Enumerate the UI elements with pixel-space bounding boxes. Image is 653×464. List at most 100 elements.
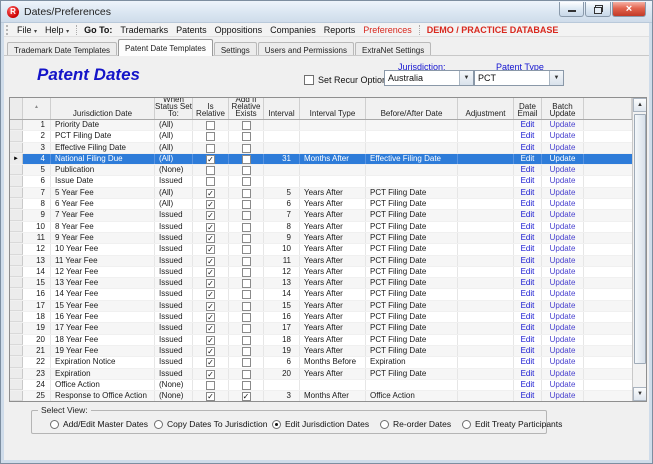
before-after-date-cell[interactable]: PCT Filing Date	[366, 199, 458, 209]
add-if-relative-exists[interactable]	[229, 335, 264, 345]
table-row[interactable]: 2PCT Filing Date(All)EditUpdate	[10, 131, 646, 142]
is-relative-checkbox[interactable]: ✓	[206, 279, 215, 288]
is-relative-checkbox[interactable]	[206, 132, 215, 141]
adjustment-cell[interactable]	[458, 199, 514, 209]
update-link[interactable]: Update	[550, 346, 576, 355]
row-selector[interactable]	[10, 346, 23, 356]
is-relative[interactable]: ✓	[193, 256, 229, 266]
update-link[interactable]: Update	[550, 120, 576, 129]
edit-link[interactable]: Edit	[521, 244, 535, 253]
row-selector[interactable]	[10, 256, 23, 266]
interval-cell[interactable]: 15	[264, 301, 300, 311]
table-row[interactable]: 25Response to Office Action(None)✓✓3Mont…	[10, 391, 646, 401]
jurisdiction-date-cell[interactable]: Issue Date	[51, 176, 155, 186]
table-row[interactable]: ►4National Filing Due(All)✓31Months Afte…	[10, 154, 646, 165]
before-after-date-cell[interactable]: PCT Filing Date	[366, 335, 458, 345]
jurisdiction-date-cell[interactable]: 14 Year Fee	[51, 289, 155, 299]
add-if-relative-exists-checkbox[interactable]	[242, 234, 251, 243]
status-set-to-cell[interactable]: Issued	[155, 323, 193, 333]
before-after-date-cell[interactable]: PCT Filing Date	[366, 278, 458, 288]
is-relative[interactable]: ✓	[193, 391, 229, 401]
is-relative-checkbox[interactable]: ✓	[206, 155, 215, 164]
row-selector[interactable]	[10, 380, 23, 390]
interval-cell[interactable]: 20	[264, 369, 300, 379]
update-link[interactable]: Update	[550, 256, 576, 265]
is-relative[interactable]: ✓	[193, 188, 229, 198]
is-relative-checkbox[interactable]: ✓	[206, 358, 215, 367]
before-after-date-cell[interactable]	[366, 165, 458, 175]
update-link[interactable]: Update	[550, 278, 576, 287]
add-if-relative-exists[interactable]	[229, 165, 264, 175]
interval-type-cell[interactable]	[300, 143, 366, 153]
jurisdiction-date-cell[interactable]: 19 Year Fee	[51, 346, 155, 356]
edit-link[interactable]: Edit	[521, 289, 535, 298]
add-if-relative-exists-checkbox[interactable]	[242, 166, 251, 175]
add-if-relative-exists-checkbox[interactable]	[242, 290, 251, 299]
select-view-option-re-order-dates[interactable]: Re-order Dates	[380, 419, 451, 429]
interval-type-cell[interactable]: Years After	[300, 301, 366, 311]
add-if-relative-exists[interactable]	[229, 267, 264, 277]
status-set-to-cell[interactable]: (All)	[155, 131, 193, 141]
adjustment-cell[interactable]	[458, 357, 514, 367]
table-row[interactable]: 3Effective Filing Date(All)EditUpdate	[10, 143, 646, 154]
add-if-relative-exists[interactable]	[229, 143, 264, 153]
interval-cell[interactable]: 16	[264, 312, 300, 322]
menu-file[interactable]: File ▾	[13, 25, 41, 35]
is-relative-checkbox[interactable]: ✓	[206, 211, 215, 220]
scrollbar-thumb[interactable]	[634, 114, 646, 364]
edit-link[interactable]: Edit	[521, 188, 535, 197]
vertical-scrollbar[interactable]: ▲ ▼	[632, 98, 646, 401]
adjustment-cell[interactable]	[458, 188, 514, 198]
adjustment-cell[interactable]	[458, 391, 514, 401]
radio-icon[interactable]	[50, 420, 59, 429]
row-selector[interactable]	[10, 335, 23, 345]
is-relative-checkbox[interactable]: ✓	[206, 302, 215, 311]
status-set-to-cell[interactable]: Issued	[155, 346, 193, 356]
interval-type-cell[interactable]: Years After	[300, 256, 366, 266]
adjustment-cell[interactable]	[458, 222, 514, 232]
interval-cell[interactable]: 5	[264, 188, 300, 198]
jurisdiction-date-cell[interactable]: 7 Year Fee	[51, 210, 155, 220]
edit-link[interactable]: Edit	[521, 165, 535, 174]
interval-cell[interactable]	[264, 176, 300, 186]
jurisdiction-date-cell[interactable]: 16 Year Fee	[51, 312, 155, 322]
update-link[interactable]: Update	[550, 210, 576, 219]
adjustment-cell[interactable]	[458, 335, 514, 345]
edit-link[interactable]: Edit	[521, 335, 535, 344]
before-after-date-cell[interactable]: PCT Filing Date	[366, 233, 458, 243]
select-view-option-edit-jurisdiction-dates[interactable]: Edit Jurisdiction Dates	[272, 419, 369, 429]
table-row[interactable]: 75 Year Fee(All)✓5Years AfterPCT Filing …	[10, 188, 646, 199]
row-selector[interactable]	[10, 188, 23, 198]
patent-type-dropdown[interactable]: PCT ▼	[474, 70, 564, 86]
is-relative-checkbox[interactable]: ✓	[206, 370, 215, 379]
add-if-relative-exists-checkbox[interactable]	[242, 177, 251, 186]
add-if-relative-exists-checkbox[interactable]	[242, 132, 251, 141]
interval-cell[interactable]: 31	[264, 154, 300, 164]
update-link[interactable]: Update	[550, 244, 576, 253]
before-after-date-cell[interactable]	[366, 380, 458, 390]
adjustment-cell[interactable]	[458, 301, 514, 311]
adjustment-cell[interactable]	[458, 210, 514, 220]
dropdown-arrow-icon[interactable]: ▼	[459, 71, 473, 85]
before-after-date-cell[interactable]: PCT Filing Date	[366, 369, 458, 379]
select-view-option-edit-treaty-participants[interactable]: Edit Treaty Participants	[462, 419, 562, 429]
adjustment-cell[interactable]	[458, 312, 514, 322]
before-after-date-cell[interactable]: Expiration	[366, 357, 458, 367]
is-relative[interactable]: ✓	[193, 323, 229, 333]
row-selector[interactable]	[10, 233, 23, 243]
jurisdiction-date-cell[interactable]: Expiration	[51, 369, 155, 379]
edit-link[interactable]: Edit	[521, 323, 535, 332]
edit-link[interactable]: Edit	[521, 131, 535, 140]
jurisdiction-date-cell[interactable]: Publication	[51, 165, 155, 175]
table-row[interactable]: 1Priority Date(All)EditUpdate	[10, 120, 646, 131]
edit-link[interactable]: Edit	[521, 267, 535, 276]
status-set-to-cell[interactable]: (All)	[155, 154, 193, 164]
minimize-button[interactable]	[559, 2, 584, 17]
add-if-relative-exists[interactable]	[229, 256, 264, 266]
interval-cell[interactable]: 3	[264, 391, 300, 401]
is-relative[interactable]: ✓	[193, 346, 229, 356]
edit-link[interactable]: Edit	[521, 256, 535, 265]
tab-patent-date-templates[interactable]: Patent Date Templates	[118, 39, 213, 56]
status-set-to-cell[interactable]: Issued	[155, 278, 193, 288]
status-set-to-cell[interactable]: (None)	[155, 380, 193, 390]
